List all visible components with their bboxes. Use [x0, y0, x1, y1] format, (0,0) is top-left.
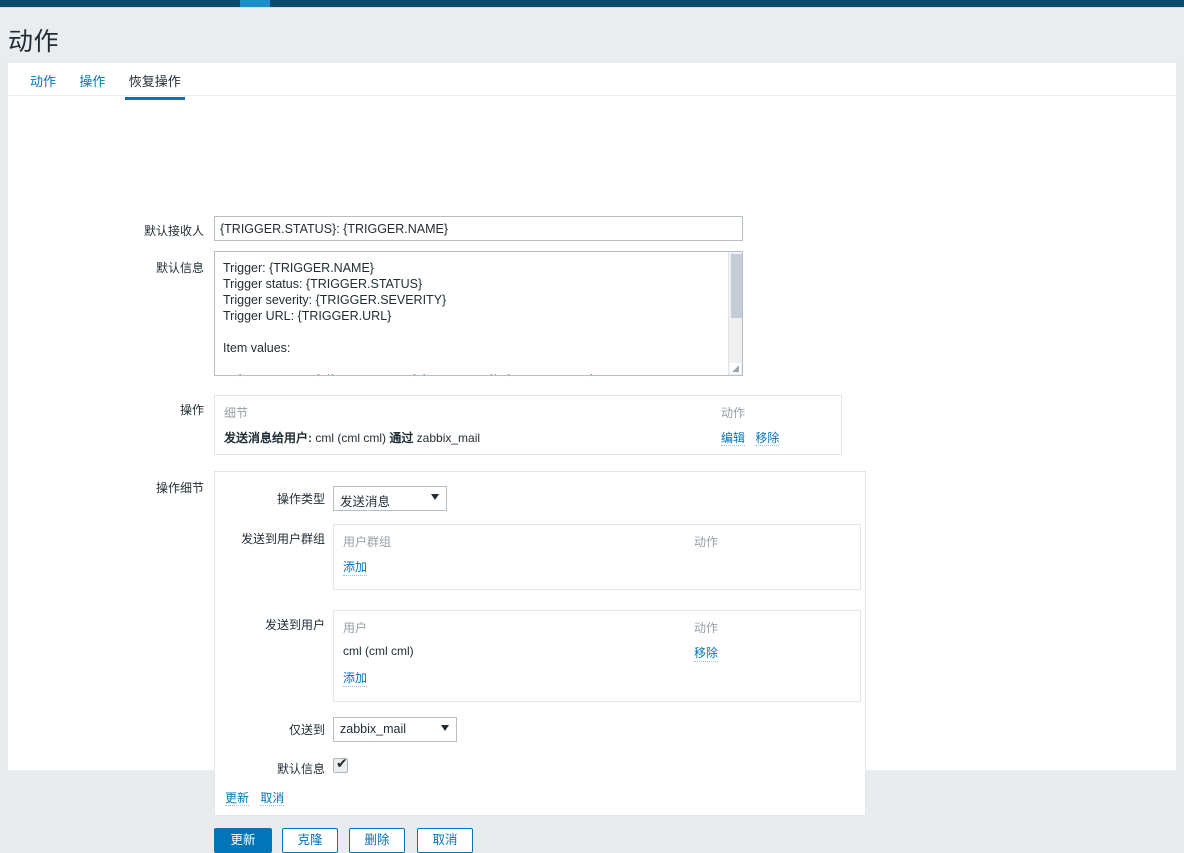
users-col-user: 用户 — [343, 621, 368, 635]
operation-type-value: 发送消息 — [340, 495, 391, 509]
tab-action[interactable]: 动作 — [20, 63, 66, 99]
add-user-link[interactable]: 添加 — [343, 669, 368, 687]
send-only-to-value: zabbix_mail — [340, 722, 407, 736]
default-subject-input[interactable] — [214, 216, 743, 241]
operations-col-action: 动作 — [721, 406, 746, 420]
resize-grip-icon[interactable]: ◢ — [730, 363, 741, 374]
operation-type-label: 操作类型 — [276, 492, 325, 506]
chevron-down-icon — [441, 725, 449, 731]
tab-operations[interactable]: 操作 — [69, 63, 115, 99]
delete-button[interactable]: 删除 — [349, 828, 405, 853]
default-subject-label: 默认接收人 — [143, 224, 204, 238]
user-row-name: cml (cml cml) — [343, 644, 414, 658]
users-col-action: 动作 — [694, 621, 719, 635]
default-message-field[interactable]: Trigger: {TRIGGER.NAME} Trigger status: … — [214, 251, 743, 376]
operations-row-prefix: 发送消息给用户: — [224, 431, 312, 445]
operation-details-label: 操作细节 — [155, 481, 204, 495]
operations-row-description: 发送消息给用户: cml (cml cml) 通过 zabbix_mail — [224, 429, 480, 446]
tab-bar: 动作 操作 恢复操作 — [8, 63, 1176, 100]
operation-details-panel: 操作类型 发送消息 发送到用户群组 用户群组 动作 添加 发送到用户 用户 动作… — [214, 471, 866, 816]
operation-details-footer: 更新 取消 — [225, 789, 292, 806]
remove-user-link[interactable]: 移除 — [694, 644, 719, 662]
chevron-down-icon — [431, 494, 439, 500]
default-message-checkbox-label: 默认信息 — [276, 762, 325, 776]
page-title: 动作 — [8, 28, 60, 56]
add-user-group-link[interactable]: 添加 — [343, 558, 368, 576]
remove-operation-link[interactable]: 移除 — [755, 431, 780, 446]
send-only-to-label: 仅送到 — [288, 723, 325, 737]
operations-row-media: zabbix_mail — [413, 431, 481, 445]
top-nav-active-indicator — [240, 0, 270, 7]
operations-col-details: 细节 — [224, 406, 249, 420]
top-navigation-bar — [0, 0, 1184, 7]
send-to-users-label: 发送到用户 — [264, 618, 325, 632]
operations-row-via: 通过 — [389, 431, 414, 445]
user-groups-col-action: 动作 — [694, 535, 719, 549]
default-message-textarea[interactable]: Trigger: {TRIGGER.NAME} Trigger status: … — [215, 252, 724, 375]
operations-row-actions: 编辑 移除 — [721, 429, 786, 446]
recovery-operations-form: 默认接收人 默认信息 Trigger: {TRIGGER.NAME} Trigg… — [8, 96, 1176, 853]
clone-button[interactable]: 克隆 — [282, 828, 338, 853]
update-button[interactable]: 更新 — [214, 828, 272, 853]
operation-update-link[interactable]: 更新 — [225, 791, 250, 806]
default-message-checkbox[interactable]: ✔ — [333, 756, 348, 773]
user-groups-col-group: 用户群组 — [343, 535, 392, 549]
operations-table: 细节 动作 发送消息给用户: cml (cml cml) 通过 zabbix_m… — [214, 395, 842, 455]
user-groups-table: 用户群组 动作 添加 — [333, 524, 861, 590]
default-message-label: 默认信息 — [155, 261, 204, 275]
message-scrollbar-thumb[interactable] — [731, 254, 742, 318]
operation-type-select[interactable]: 发送消息 — [333, 486, 447, 511]
users-table: 用户 动作 cml (cml cml) 移除 添加 — [333, 610, 861, 702]
operation-cancel-link[interactable]: 取消 — [260, 791, 285, 806]
check-icon: ✔ — [336, 756, 348, 772]
tab-recovery-operations[interactable]: 恢复操作 — [119, 63, 191, 100]
message-scrollbar[interactable] — [728, 252, 742, 375]
operations-row-user: cml (cml cml) — [312, 431, 390, 445]
edit-operation-link[interactable]: 编辑 — [721, 431, 746, 446]
operations-label: 操作 — [179, 403, 204, 417]
page-header: 动作 — [0, 8, 1184, 61]
content-card: 动作 操作 恢复操作 默认接收人 默认信息 Trigger: {TRIGGER.… — [8, 63, 1176, 853]
send-only-to-select[interactable]: zabbix_mail — [333, 717, 457, 742]
cancel-button[interactable]: 取消 — [417, 828, 473, 853]
send-to-user-groups-label: 发送到用户群组 — [240, 532, 325, 546]
